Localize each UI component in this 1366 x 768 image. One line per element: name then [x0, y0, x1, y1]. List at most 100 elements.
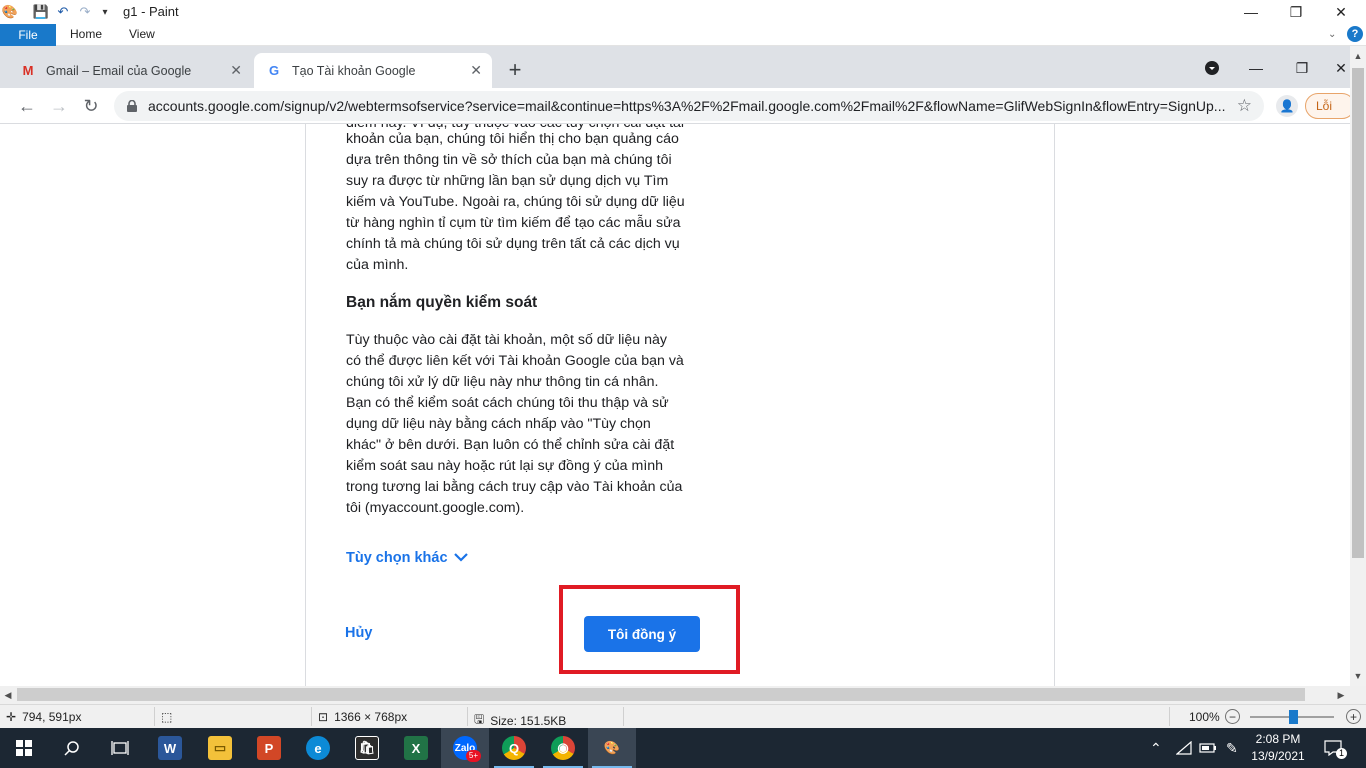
annotation-highlight-box — [559, 585, 740, 674]
google-icon: G — [268, 63, 280, 78]
close-tab-icon[interactable]: ✕ — [470, 62, 482, 79]
paragraph-line: khác" ở bên dưới. Bạn luôn có thể chỉnh … — [346, 437, 675, 453]
zoom-in-icon[interactable]: + — [1346, 709, 1361, 724]
zalo-icon[interactable]: Zalo 5+ — [441, 728, 489, 768]
notification-badge: 5+ — [465, 750, 481, 762]
status-divider — [154, 707, 155, 726]
cancel-button[interactable]: Hủy — [345, 625, 372, 641]
vertical-scrollbar[interactable]: ▲ ▼ — [1350, 46, 1366, 686]
file-size-text: Size: 151.5KB — [490, 713, 567, 728]
browser-tab-strip: M Gmail – Email của Google ✕ G Tạo Tài k… — [0, 46, 1350, 88]
lock-icon[interactable] — [126, 100, 138, 112]
paragraph-line: có thể được liên kết với Tài khoản Googl… — [346, 353, 684, 369]
windows-start-icon[interactable] — [0, 728, 48, 768]
customize-quick-access-icon[interactable]: ▾ — [97, 4, 113, 20]
file-explorer-icon[interactable]: ▭ — [196, 728, 244, 768]
scroll-left-icon[interactable]: ◀ — [0, 687, 16, 703]
clock-date: 13/9/2021 — [1251, 749, 1305, 763]
more-options-label: Tùy chọn khác — [346, 550, 448, 566]
canvas-size-icon: ⊡ — [318, 710, 329, 724]
profile-avatar-icon[interactable]: 👤 — [1276, 95, 1298, 117]
notifications-icon[interactable]: 1 — [1324, 728, 1348, 768]
personalization-paragraph: khoản của bạn, chúng tôi hiển thị cho bạ… — [346, 129, 706, 276]
zoom-level: 100% — [1189, 710, 1220, 724]
status-divider — [467, 707, 468, 726]
paragraph-line: của mình. — [346, 257, 409, 273]
system-clock[interactable]: 2:08 PM 13/9/2021 — [1248, 731, 1308, 765]
home-tab[interactable]: Home — [70, 27, 102, 41]
scroll-up-icon[interactable]: ▲ — [1350, 48, 1366, 64]
cursor-move-icon: ✛ — [6, 710, 17, 724]
minimize-button[interactable]: — — [1228, 0, 1274, 24]
paragraph-line: khoản của bạn, chúng tôi hiển thị cho bạ… — [346, 131, 679, 147]
status-divider — [623, 707, 624, 726]
paragraph-line: chính tả mà chúng tôi sử dụng trên tất c… — [346, 236, 680, 252]
ribbon-collapse-icon[interactable]: ⌄ — [1328, 29, 1336, 40]
show-hidden-icons-icon[interactable]: ⌃ — [1150, 728, 1162, 768]
task-view-icon[interactable] — [96, 728, 144, 768]
paint-ribbon-tabs: File Home View ⌄ ? — [0, 24, 1366, 46]
url-text[interactable]: accounts.google.com/signup/v2/webtermsof… — [148, 98, 1228, 114]
chrome-icon[interactable]: ◉ — [539, 728, 587, 768]
page-content: điểm này. Vì dụ, tùy thuộc vào các tùy c… — [0, 124, 1350, 686]
chrome-profile-icon[interactable]: Q — [490, 728, 538, 768]
paint-app-icon[interactable]: 🎨 — [2, 4, 18, 20]
notification-count: 1 — [1336, 748, 1348, 759]
powerpoint-icon[interactable]: P — [245, 728, 293, 768]
browser-toolbar: ← → ↻ accounts.google.com/signup/v2/webt… — [0, 88, 1355, 124]
edge-icon[interactable]: e — [294, 728, 342, 768]
scrollbar-thumb[interactable] — [1352, 68, 1364, 558]
browser-minimize-button[interactable]: — — [1241, 56, 1271, 80]
close-button[interactable]: ✕ — [1318, 0, 1364, 24]
horizontal-scrollbar-thumb[interactable] — [17, 688, 1305, 701]
restore-button[interactable]: ❐ — [1273, 0, 1319, 24]
cursor-position: ✛ 794, 591px — [6, 710, 81, 724]
scroll-right-icon[interactable]: ▶ — [1333, 687, 1349, 703]
browser-close-button[interactable]: ✕ — [1332, 56, 1350, 80]
control-paragraph: Tùy thuộc vào cài đặt tài khoản, một số … — [346, 330, 706, 519]
store-icon[interactable]: 🛍 — [343, 728, 391, 768]
paint-taskbar-icon[interactable]: 🎨 — [588, 728, 636, 768]
paragraph-line: tôi (myaccount.google.com). — [346, 500, 525, 516]
excel-icon[interactable]: X — [392, 728, 440, 768]
paragraph-line: kiểm soát sau này hoặc rút lại sự đồng ý… — [346, 458, 664, 474]
close-tab-icon[interactable]: ✕ — [230, 62, 242, 79]
file-tab[interactable]: File — [0, 24, 56, 46]
bookmark-star-icon[interactable]: ☆ — [1237, 96, 1252, 116]
undo-icon[interactable]: ↶ — [55, 4, 71, 20]
save-icon[interactable]: 💾 — [33, 4, 49, 20]
zoom-out-icon[interactable]: − — [1225, 709, 1240, 724]
tab-gmail[interactable]: M Gmail – Email của Google ✕ — [8, 53, 252, 88]
tab-search-icon[interactable] — [1197, 56, 1227, 80]
paragraph-line: Tùy thuộc vào cài đặt tài khoản, một số … — [346, 332, 668, 348]
more-options-button[interactable]: Tùy chọn khác — [346, 550, 468, 566]
help-icon[interactable]: ? — [1347, 26, 1363, 42]
new-tab-icon[interactable]: + — [503, 57, 527, 82]
horizontal-scrollbar[interactable]: ◀ ▶ — [0, 686, 1366, 704]
tab-create-account[interactable]: G Tạo Tài khoản Google ✕ — [254, 53, 492, 88]
paragraph-line: trong tương lai bằng cách truy cập vào T… — [346, 479, 683, 495]
status-divider — [311, 707, 312, 726]
word-icon[interactable]: W — [146, 728, 194, 768]
battery-icon[interactable] — [1199, 728, 1217, 768]
reload-icon[interactable]: ↻ — [77, 92, 105, 120]
back-icon[interactable]: ← — [13, 92, 41, 120]
pen-icon[interactable]: ✎ — [1226, 728, 1238, 768]
address-bar[interactable]: accounts.google.com/signup/v2/webtermsof… — [114, 91, 1264, 121]
paragraph-line: dụng dữ liệu này bằng cách nhấp vào "Tùy… — [346, 416, 651, 432]
clock-time: 2:08 PM — [1255, 732, 1301, 746]
zoom-slider-thumb[interactable] — [1289, 710, 1298, 724]
scroll-down-icon[interactable]: ▼ — [1350, 668, 1366, 684]
search-icon[interactable] — [48, 728, 96, 768]
redo-icon[interactable]: ↷ — [77, 4, 93, 20]
gmail-icon: M — [22, 63, 34, 78]
chevron-down-icon — [453, 550, 468, 566]
browser-restore-button[interactable]: ❐ — [1287, 56, 1317, 80]
paragraph-line: kiếm và YouTube. Ngoài ra, chúng tôi sử … — [346, 194, 685, 210]
forward-icon[interactable]: → — [45, 92, 73, 120]
window-title: g1 - Paint — [123, 4, 179, 19]
tab-title: Gmail – Email của Google — [46, 63, 192, 78]
view-tab[interactable]: View — [129, 27, 155, 41]
error-chip[interactable]: Lỗi — [1305, 93, 1355, 119]
network-icon[interactable] — [1176, 728, 1192, 768]
